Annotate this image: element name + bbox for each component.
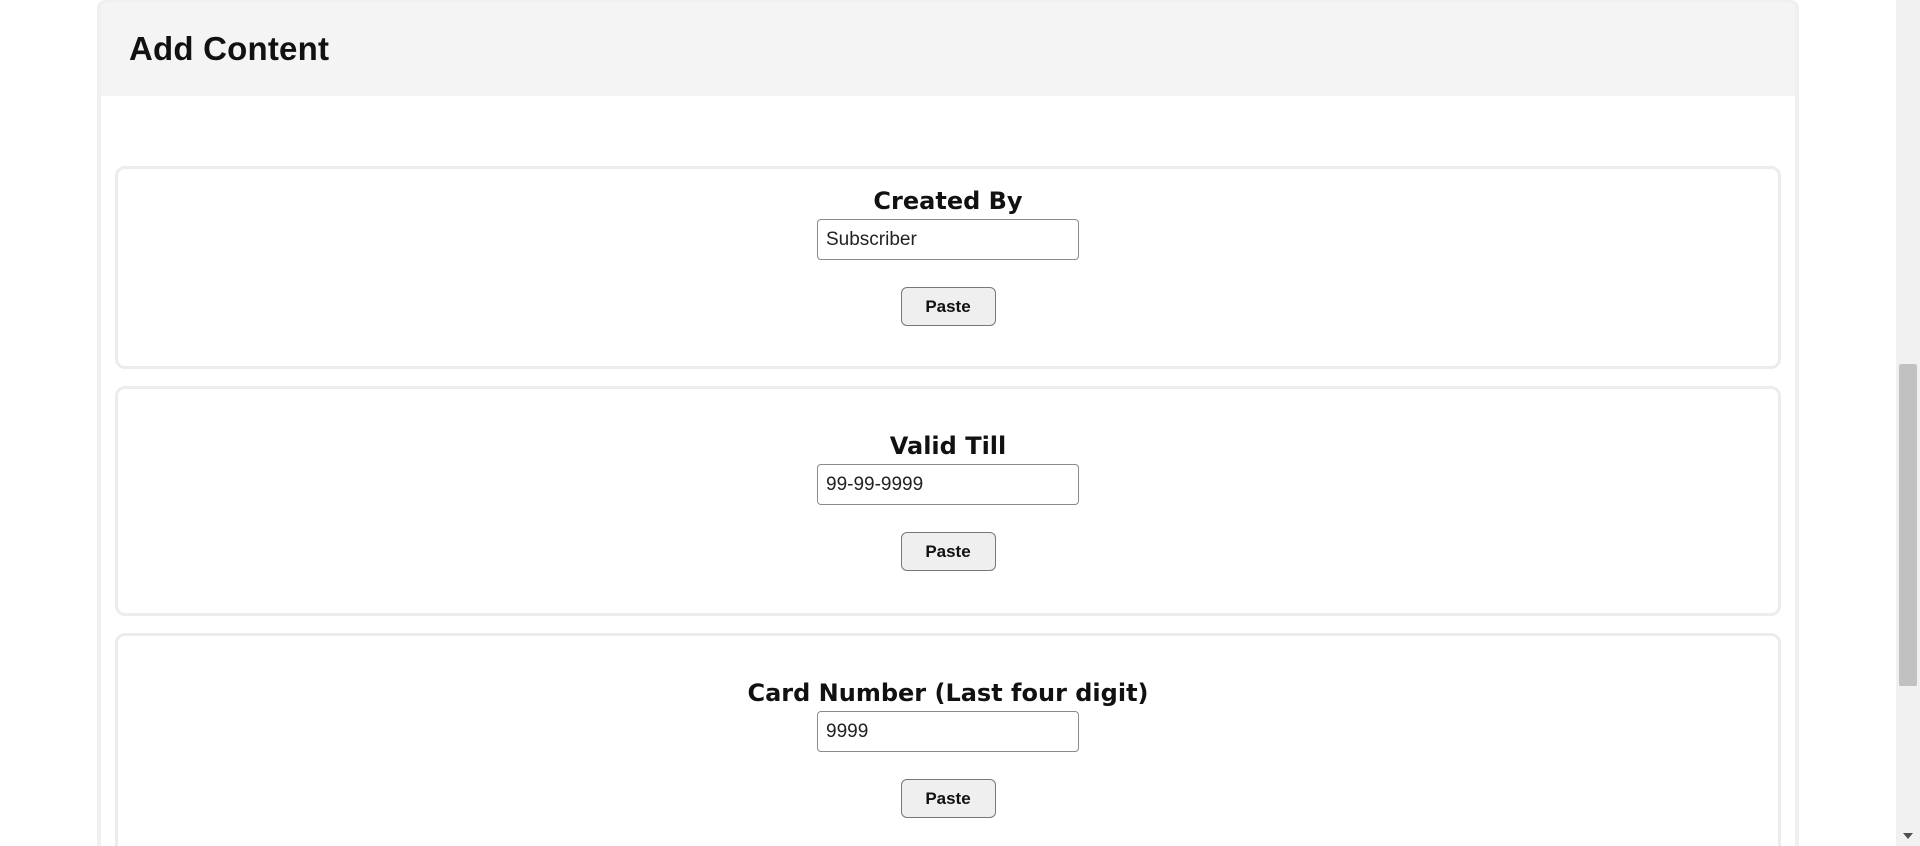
card-number-label: Card Number (Last four digit) [747,679,1149,707]
panel-header: Add Content [101,2,1795,96]
created-by-label: Created By [873,187,1023,215]
created-by-input[interactable] [817,219,1079,260]
card-number-card: Card Number (Last four digit) Paste [115,633,1781,846]
created-by-paste-button[interactable]: Paste [900,287,996,326]
created-by-card: Created By Paste [115,166,1781,369]
form-body: Created By Paste Valid Till Paste Card N… [101,96,1795,846]
page-title: Add Content [129,30,330,67]
vertical-scrollbar[interactable] [1896,0,1920,846]
valid-till-label: Valid Till [889,432,1007,460]
valid-till-card: Valid Till Paste [115,386,1781,616]
card-number-input[interactable] [817,711,1079,752]
scroll-down-arrow-icon[interactable] [1896,826,1920,846]
card-number-paste-button[interactable]: Paste [900,779,996,818]
scrollbar-thumb[interactable] [1899,364,1917,686]
valid-till-input[interactable] [817,464,1079,505]
valid-till-paste-button[interactable]: Paste [900,532,996,571]
add-content-panel: Add Content Created By Paste Valid Till … [97,0,1799,846]
